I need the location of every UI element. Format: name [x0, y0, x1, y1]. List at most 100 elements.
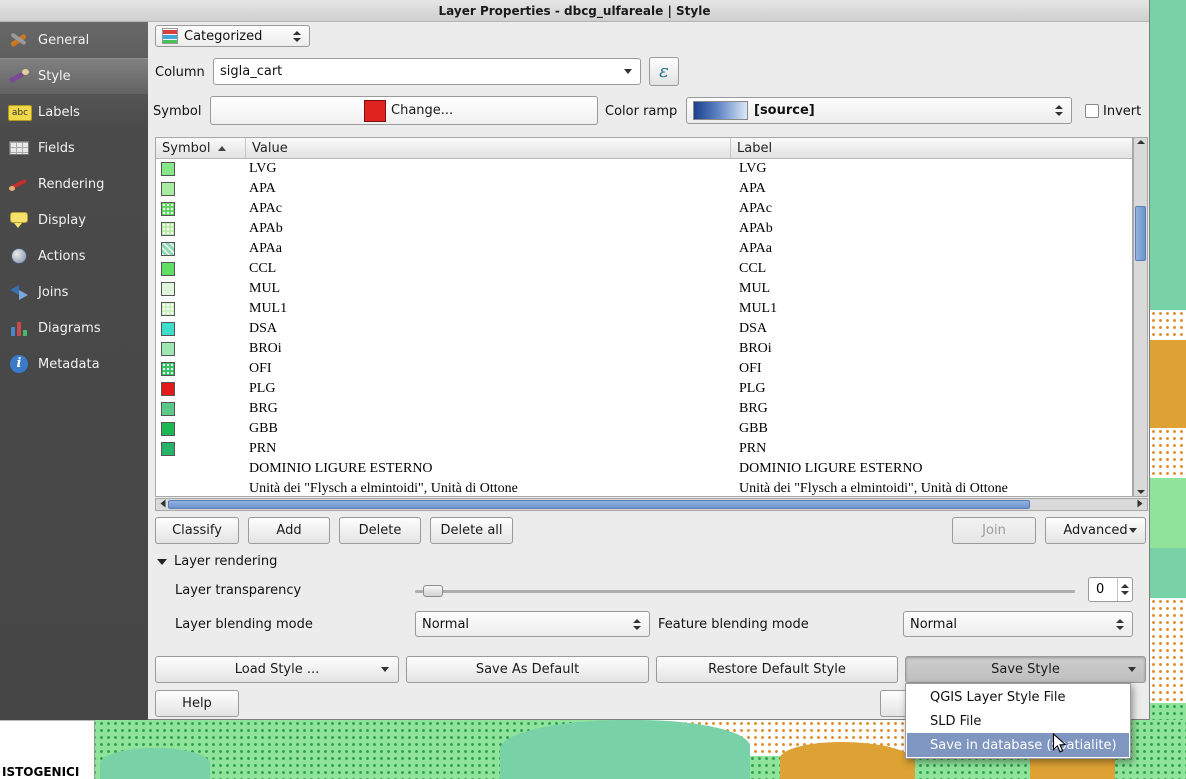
symbol-table: Symbol Value Label LVG LVG APA APA APAc … — [155, 137, 1133, 497]
table-row[interactable]: PLG PLG — [156, 379, 1132, 399]
map-region — [1150, 548, 1186, 598]
save-as-default-button[interactable]: Save As Default — [406, 656, 649, 683]
row-value: APAc — [246, 201, 731, 217]
slider-track[interactable] — [415, 590, 1075, 593]
table-row[interactable]: BRG BRG — [156, 399, 1132, 419]
layer-blending-select[interactable]: Normal — [415, 611, 650, 637]
column-header-value[interactable]: Value — [246, 138, 731, 158]
column-combobox[interactable]: sigla_cart — [213, 58, 641, 85]
menu-item-sld-file[interactable]: SLD File — [907, 709, 1129, 733]
table-row[interactable]: LVG LVG — [156, 159, 1132, 179]
row-label: MUL — [731, 281, 1132, 297]
fields-icon — [8, 137, 30, 159]
advanced-button[interactable]: Advanced — [1045, 517, 1146, 544]
symbol-swatch — [161, 442, 175, 456]
sidebar-item-labels[interactable]: Labels — [0, 94, 148, 130]
symbol-swatch — [161, 202, 175, 216]
table-row[interactable]: GBB GBB — [156, 419, 1132, 439]
sidebar-item-metadata[interactable]: Metadata — [0, 346, 148, 382]
table-row[interactable]: DSA DSA — [156, 319, 1132, 339]
table-horizontal-scrollbar[interactable] — [155, 498, 1148, 511]
row-label: BROi — [731, 341, 1132, 357]
sidebar-item-joins[interactable]: Joins — [0, 274, 148, 310]
load-style-button[interactable]: Load Style ... — [155, 656, 399, 683]
slider-handle[interactable] — [423, 585, 443, 597]
row-label: MUL1 — [731, 301, 1132, 317]
sidebar-item-fields[interactable]: Fields — [0, 130, 148, 166]
transparency-slider[interactable] — [415, 583, 1075, 599]
change-symbol-button[interactable]: Change... — [210, 96, 598, 125]
sidebar-item-actions[interactable]: Actions — [0, 238, 148, 274]
feature-blending-select[interactable]: Normal — [903, 611, 1133, 637]
row-label: BRG — [731, 401, 1132, 417]
invert-label: Invert — [1103, 104, 1141, 119]
symbol-swatch — [161, 402, 175, 416]
spinner-arrows-icon — [293, 31, 303, 42]
row-label: CCL — [731, 261, 1132, 277]
table-vertical-scrollbar[interactable] — [1133, 137, 1148, 497]
restore-default-style-button[interactable]: Restore Default Style — [656, 656, 898, 683]
table-row[interactable]: BROi BROi — [156, 339, 1132, 359]
row-value: APAb — [246, 221, 731, 237]
sidebar-item-general[interactable]: General — [0, 22, 148, 58]
expression-builder-button[interactable]: ε — [649, 57, 679, 86]
table-row[interactable]: MUL1 MUL1 — [156, 299, 1132, 319]
classify-button[interactable]: Classify — [155, 517, 239, 544]
window-titlebar[interactable]: Layer Properties - dbcg_ulfareale | Styl… — [0, 0, 1149, 22]
table-row[interactable]: Unità dei "Flysch a elmintoidi", Unità d… — [156, 479, 1132, 496]
symbol-swatch — [161, 362, 175, 376]
column-header-symbol[interactable]: Symbol — [156, 138, 246, 158]
table-row[interactable]: DOMINIO LIGURE ESTERNO DOMINIO LIGURE ES… — [156, 459, 1132, 479]
table-row[interactable]: APAa APAa — [156, 239, 1132, 259]
table-row[interactable]: APA APA — [156, 179, 1132, 199]
scroll-left-icon[interactable] — [159, 501, 167, 506]
menu-item-save-in-database-spatialite[interactable]: Save in database (spatialite) — [907, 733, 1129, 757]
renderer-select[interactable]: Categorized — [155, 25, 310, 47]
map-region — [1150, 310, 1186, 340]
layer-rendering-header[interactable]: Layer rendering — [157, 554, 277, 569]
join-button[interactable]: Join — [952, 517, 1036, 544]
menu-item-qgis-layer-style-file[interactable]: QGIS Layer Style File — [907, 685, 1129, 709]
column-header-label[interactable]: Label — [731, 138, 1132, 158]
legend-panel: ISTOGENICI — [0, 720, 95, 779]
symbol-swatch — [161, 302, 175, 316]
table-row[interactable]: MUL MUL — [156, 279, 1132, 299]
symbol-swatch — [161, 242, 175, 256]
sidebar-item-style[interactable]: Style — [0, 58, 148, 94]
vertical-scroll-thumb[interactable] — [1135, 206, 1146, 261]
invert-checkbox[interactable] — [1085, 104, 1099, 118]
row-label: APAc — [731, 201, 1132, 217]
add-button[interactable]: Add — [248, 517, 330, 544]
chevron-down-icon — [381, 667, 389, 672]
delete-button[interactable]: Delete — [339, 517, 421, 544]
scroll-up-icon[interactable] — [1134, 140, 1147, 144]
sidebar-item-display[interactable]: Display — [0, 202, 148, 238]
spinner-arrows-icon[interactable] — [1117, 578, 1132, 601]
table-row[interactable]: APAb APAb — [156, 219, 1132, 239]
row-value: MUL — [246, 281, 731, 297]
transparency-spinbox[interactable]: 0 — [1088, 577, 1133, 602]
sidebar-item-rendering[interactable]: Rendering — [0, 166, 148, 202]
table-row[interactable]: OFI OFI — [156, 359, 1132, 379]
save-style-button[interactable]: Save Style — [905, 656, 1146, 683]
scroll-down-icon[interactable] — [1134, 490, 1147, 494]
chevron-down-icon — [1128, 667, 1136, 672]
labels-icon — [8, 101, 30, 123]
help-button[interactable]: Help — [155, 690, 239, 717]
screen: ISTOGENICI Layer Properties - dbcg_ulfar… — [0, 0, 1186, 779]
delete-all-button[interactable]: Delete all — [430, 517, 513, 544]
display-icon — [8, 209, 30, 231]
table-row[interactable]: APAc APAc — [156, 199, 1132, 219]
mouse-cursor — [1052, 733, 1067, 754]
sidebar-item-diagrams[interactable]: Diagrams — [0, 310, 148, 346]
row-label: DSA — [731, 321, 1132, 337]
row-label: DOMINIO LIGURE ESTERNO — [731, 461, 1132, 477]
color-ramp-value: [source] — [754, 103, 815, 118]
scroll-right-icon[interactable] — [1136, 501, 1144, 506]
color-ramp-select[interactable]: [source] — [686, 97, 1072, 124]
map-canvas-right[interactable] — [1150, 0, 1186, 779]
horizontal-scroll-thumb[interactable] — [168, 500, 1030, 509]
map-region — [1150, 0, 1186, 310]
table-row[interactable]: PRN PRN — [156, 439, 1132, 459]
table-row[interactable]: CCL CCL — [156, 259, 1132, 279]
